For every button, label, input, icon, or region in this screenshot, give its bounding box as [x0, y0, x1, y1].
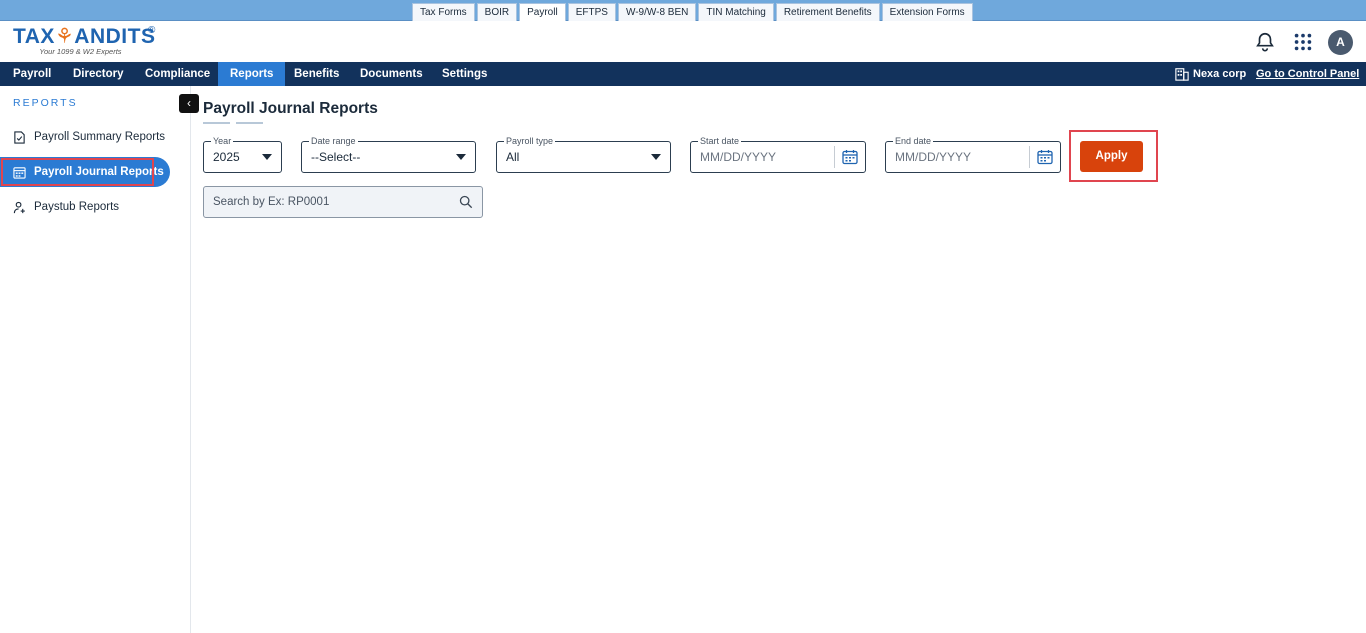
nav-documents[interactable]: Documents: [348, 62, 435, 86]
control-panel-link[interactable]: Go to Control Panel: [1256, 62, 1359, 86]
year-label: Year: [211, 135, 234, 147]
product-tab-payroll[interactable]: Payroll: [519, 3, 566, 21]
logo-text-a: TAX: [13, 25, 55, 48]
calendar-icon[interactable]: [1037, 149, 1053, 165]
apps-grid-icon[interactable]: [1292, 31, 1314, 53]
product-tab-w9-w8ben[interactable]: W-9/W-8 BEN: [617, 3, 697, 21]
sidebar-item-payroll-summary[interactable]: Payroll Summary Reports: [0, 122, 170, 152]
nav-reports[interactable]: Reports: [218, 62, 286, 86]
start-date-placeholder: MM/DD/YYYY: [700, 150, 777, 164]
chevron-left-icon: ‹: [187, 96, 191, 110]
title-underline: [203, 122, 230, 124]
sidebar-item-payroll-journal[interactable]: Payroll Journal Reports: [0, 157, 170, 187]
year-select[interactable]: Year 2025: [203, 135, 282, 173]
user-avatar[interactable]: A: [1328, 30, 1353, 55]
sidebar-heading: REPORTS: [13, 97, 78, 109]
date-range-value: --Select--: [311, 150, 361, 164]
product-bar: Tax Forms BOIR Payroll EFTPS W-9/W-8 BEN…: [0, 0, 1366, 21]
sidebar-item-label: Paystub Reports: [34, 201, 120, 213]
product-tabs: Tax Forms BOIR Payroll EFTPS W-9/W-8 BEN…: [412, 3, 973, 21]
product-tab-boir[interactable]: BOIR: [476, 3, 518, 21]
product-tab-tax-forms[interactable]: Tax Forms: [412, 3, 475, 21]
start-date-field[interactable]: Start date MM/DD/YYYY: [690, 135, 866, 173]
calendar-icon[interactable]: [842, 149, 858, 165]
divider: [1029, 146, 1030, 168]
apply-button[interactable]: Apply: [1080, 141, 1143, 172]
owl-icon: ⚘: [54, 25, 75, 48]
product-tab-extension-forms[interactable]: Extension Forms: [881, 3, 973, 21]
search-placeholder: Search by Ex: RP0001: [213, 196, 330, 208]
document-check-icon: [14, 130, 25, 144]
divider: [834, 146, 835, 168]
user-add-icon: [13, 201, 25, 213]
logo-tagline: Your 1099 & W2 Experts: [39, 47, 122, 56]
end-date-field[interactable]: End date MM/DD/YYYY: [885, 135, 1061, 173]
nav-compliance[interactable]: Compliance: [133, 62, 222, 86]
end-date-placeholder: MM/DD/YYYY: [895, 150, 972, 164]
sidebar-item-label: Payroll Summary Reports: [34, 131, 166, 143]
chevron-down-icon: [456, 154, 466, 160]
payroll-type-value: All: [506, 150, 520, 164]
company-name: Nexa corp: [1193, 68, 1247, 80]
payroll-type-label: Payroll type: [504, 135, 556, 147]
main-nav: Payroll Directory Compliance Reports Ben…: [0, 62, 1366, 86]
search-input[interactable]: Search by Ex: RP0001: [203, 186, 483, 218]
chevron-down-icon: [262, 154, 272, 160]
building-icon: [1175, 68, 1189, 81]
logo-wordmark: TAX⚘ANDITS: [13, 25, 163, 49]
nav-directory[interactable]: Directory: [61, 62, 136, 86]
sidebar: REPORTS Payroll Summary Reports Payroll …: [0, 86, 191, 633]
date-range-label: Date range: [309, 135, 358, 147]
product-tab-tin-matching[interactable]: TIN Matching: [698, 3, 774, 21]
nav-settings[interactable]: Settings: [430, 62, 499, 86]
search-icon[interactable]: [459, 195, 473, 209]
date-range-select[interactable]: Date range --Select--: [301, 135, 476, 173]
highlight-box: [1, 158, 154, 186]
year-value: 2025: [213, 150, 240, 164]
payroll-type-select[interactable]: Payroll type All: [496, 135, 671, 173]
nav-payroll[interactable]: Payroll: [1, 62, 63, 86]
start-date-label: Start date: [698, 135, 742, 147]
bell-icon[interactable]: [1254, 31, 1276, 53]
product-tab-eftps[interactable]: EFTPS: [567, 3, 616, 21]
company-switcher[interactable]: Nexa corp: [1175, 62, 1246, 86]
sidebar-item-paystub[interactable]: Paystub Reports: [0, 192, 170, 222]
sidebar-collapse-button[interactable]: ‹: [179, 94, 199, 113]
taxbandits-logo[interactable]: TAX⚘ANDITS ® Your 1099 & W2 Experts: [13, 25, 163, 59]
logo-text-b: ANDITS: [74, 25, 156, 48]
logo-registered-mark: ®: [148, 25, 156, 36]
end-date-label: End date: [893, 135, 934, 147]
product-tab-retirement-benefits[interactable]: Retirement Benefits: [775, 3, 880, 21]
chevron-down-icon: [651, 154, 661, 160]
nav-benefits[interactable]: Benefits: [282, 62, 351, 86]
page-title: Payroll Journal Reports: [203, 100, 378, 117]
title-underline: [236, 122, 263, 124]
app-header: TAX⚘ANDITS ® Your 1099 & W2 Experts A: [0, 21, 1366, 62]
